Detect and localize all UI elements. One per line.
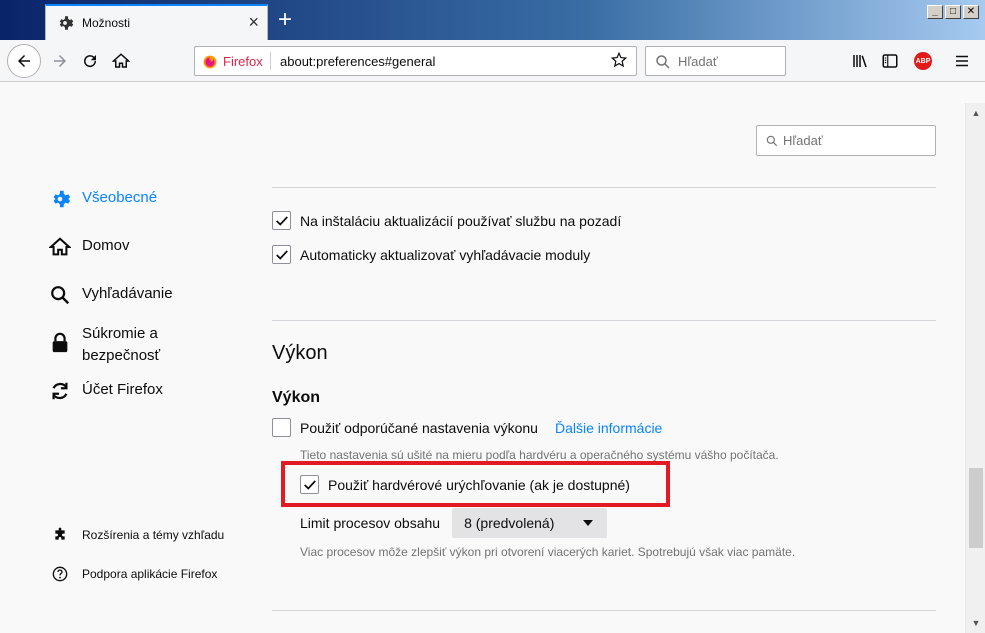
menu-button[interactable] bbox=[952, 51, 972, 71]
url-text[interactable]: about:preferences#general bbox=[280, 54, 435, 69]
content-process-limit-dropdown[interactable]: 8 (predvolená) bbox=[452, 508, 608, 538]
annotation-highlight-box bbox=[281, 461, 670, 507]
firefox-logo-icon bbox=[203, 55, 217, 68]
sidebar-button[interactable] bbox=[880, 51, 900, 71]
url-bar[interactable]: Firefox about:preferences#general bbox=[194, 46, 637, 76]
library-icon bbox=[853, 55, 867, 68]
search-icon bbox=[765, 134, 779, 148]
vertical-scrollbar[interactable]: ▲ ▼ bbox=[965, 103, 985, 633]
hamburger-icon bbox=[956, 55, 968, 67]
performance-section-title: Výkon bbox=[272, 342, 328, 364]
background-service-option[interactable]: Na inštaláciu aktualizácií používať služ… bbox=[272, 211, 621, 230]
sidebar-item-search[interactable]: Vyhľadávanie bbox=[48, 283, 173, 307]
home-icon bbox=[112, 53, 130, 68]
identity-label: Firefox bbox=[223, 54, 263, 69]
recommended-performance-option[interactable]: Použiť odporúčané nastavenia výkonu Ďalš… bbox=[272, 418, 662, 437]
reload-icon bbox=[84, 55, 97, 68]
tab-preferences[interactable]: Možnosti × bbox=[45, 4, 268, 41]
tab-close-icon[interactable]: × bbox=[248, 12, 259, 32]
sidebar-item-label: Súkromie a bezpečnosť bbox=[82, 325, 161, 364]
learn-more-link[interactable]: Ďalšie informácie bbox=[555, 420, 662, 436]
recommended-performance-label: Použiť odporúčané nastavenia výkonu bbox=[300, 419, 538, 436]
reload-button[interactable] bbox=[80, 51, 100, 71]
scroll-down-arrow-icon[interactable]: ▼ bbox=[968, 615, 984, 631]
preferences-content: Hľadať Všeobecné Domov Vyhľadávanie Súkr… bbox=[0, 103, 965, 633]
gear-icon bbox=[48, 187, 72, 211]
footer-label: Rozšírenia a témy vzhľadu bbox=[82, 528, 225, 542]
content-process-limit-value: 8 (predvolená) bbox=[464, 515, 555, 531]
sync-icon bbox=[48, 379, 72, 403]
content-process-limit-label: Limit procesov obsahu bbox=[300, 515, 441, 531]
checkmark-icon bbox=[275, 215, 288, 226]
url-separator bbox=[270, 52, 271, 70]
forward-button[interactable] bbox=[50, 51, 70, 71]
identity-box[interactable]: Firefox bbox=[203, 54, 263, 69]
navigation-toolbar: Firefox about:preferences#general Hľadať… bbox=[0, 40, 985, 82]
recommended-performance-checkbox[interactable] bbox=[272, 418, 291, 437]
sidebar-footer-addons[interactable]: Rozšírenia a témy vzhľadu bbox=[52, 527, 224, 543]
arrow-left-icon bbox=[18, 55, 30, 67]
performance-group-title: Výkon bbox=[272, 389, 321, 406]
auto-update-search-label: Automaticky aktualizovať vyhľadávacie mo… bbox=[300, 246, 591, 263]
adblock-icon: ABP bbox=[914, 52, 932, 70]
search-icon bbox=[654, 53, 672, 71]
home-icon bbox=[48, 235, 72, 259]
background-service-label: Na inštaláciu aktualizácií používať služ… bbox=[300, 212, 622, 229]
puzzle-icon bbox=[52, 527, 68, 543]
title-bar: Možnosti × + _ □ ✕ bbox=[0, 0, 985, 41]
tab-title: Možnosti bbox=[82, 16, 131, 30]
back-button[interactable] bbox=[7, 44, 41, 78]
footer-label: Podpora aplikácie Firefox bbox=[82, 567, 218, 581]
preferences-search-input[interactable]: Hľadať bbox=[756, 125, 936, 156]
library-button[interactable] bbox=[850, 51, 870, 71]
recommended-performance-description: Tieto nastavenia sú ušité na mieru podľa… bbox=[300, 448, 779, 462]
sidebar-item-sync[interactable]: Účet Firefox bbox=[48, 379, 163, 403]
section-divider bbox=[272, 610, 936, 611]
content-process-description: Viac procesov môže zlepšiť výkon pri otv… bbox=[300, 545, 796, 559]
arrow-right-icon bbox=[54, 55, 66, 67]
content-process-limit-row: Limit procesov obsahu 8 (predvolená) bbox=[300, 508, 608, 538]
auto-update-search-option[interactable]: Automaticky aktualizovať vyhľadávacie mo… bbox=[272, 245, 590, 264]
checkmark-icon bbox=[275, 249, 288, 260]
sidebar-item-home[interactable]: Domov bbox=[48, 235, 130, 259]
gear-icon bbox=[56, 14, 74, 32]
search-bar[interactable]: Hľadať bbox=[645, 46, 786, 76]
auto-update-search-checkbox[interactable] bbox=[272, 245, 291, 264]
home-button[interactable] bbox=[111, 51, 131, 71]
new-tab-button[interactable]: + bbox=[272, 8, 298, 34]
help-icon bbox=[52, 566, 68, 582]
sidebar-item-label: Účet Firefox bbox=[82, 381, 163, 398]
sidebar-item-label: Všeobecné bbox=[82, 189, 158, 206]
sidebar-item-privacy[interactable]: Súkromie a bezpečnosť bbox=[48, 323, 192, 367]
preferences-search-placeholder: Hľadať bbox=[783, 133, 823, 148]
lock-icon bbox=[48, 331, 72, 355]
sidebar-item-general[interactable]: Všeobecné bbox=[48, 187, 157, 211]
content-top-strip bbox=[0, 83, 985, 103]
sidebar-item-label: Vyhľadávanie bbox=[82, 285, 173, 302]
bookmark-star-icon[interactable] bbox=[610, 51, 628, 69]
section-divider bbox=[272, 320, 936, 321]
adblock-button[interactable]: ABP bbox=[913, 51, 933, 71]
scrollbar-thumb[interactable] bbox=[969, 468, 983, 548]
scroll-up-arrow-icon[interactable]: ▲ bbox=[968, 105, 984, 121]
minimize-button[interactable]: _ bbox=[927, 5, 943, 19]
section-divider bbox=[272, 187, 936, 188]
search-icon bbox=[48, 283, 72, 307]
background-service-checkbox[interactable] bbox=[272, 211, 291, 230]
window-controls: _ □ ✕ bbox=[927, 5, 979, 19]
sidebar-item-label: Domov bbox=[82, 237, 130, 254]
search-placeholder: Hľadať bbox=[678, 54, 718, 69]
close-window-button[interactable]: ✕ bbox=[963, 5, 979, 19]
maximize-button[interactable]: □ bbox=[945, 5, 961, 19]
sidebar-footer-support[interactable]: Podpora aplikácie Firefox bbox=[52, 566, 217, 582]
sidebar-icon bbox=[882, 54, 898, 68]
chevron-down-icon bbox=[583, 520, 594, 526]
